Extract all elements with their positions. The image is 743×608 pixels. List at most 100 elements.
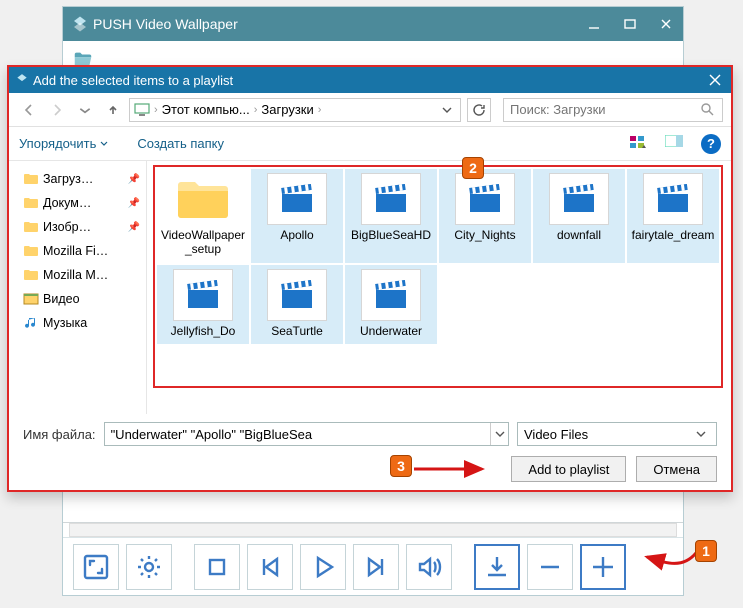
dialog-close-button[interactable]	[705, 70, 725, 90]
filter-label: Video Files	[524, 427, 588, 442]
sidebar-item[interactable]: Mozilla Fi…	[11, 239, 144, 263]
sidebar-item[interactable]: Видео	[11, 287, 144, 311]
file-item[interactable]: Underwater	[345, 265, 437, 345]
dialog-icon	[15, 73, 29, 87]
callout-3: 3	[390, 455, 412, 477]
sidebar-item[interactable]: Mozilla M…	[11, 263, 144, 287]
settings-button[interactable]	[126, 544, 172, 590]
filetype-filter[interactable]: Video Files	[517, 422, 717, 446]
video-file-icon	[361, 173, 421, 225]
filename-dropdown-button[interactable]	[490, 423, 508, 445]
nav-forward-button[interactable]	[45, 98, 69, 122]
file-item[interactable]: City_Nights	[439, 169, 531, 263]
filename-combobox[interactable]	[104, 422, 509, 446]
breadcrumb-item[interactable]: Загрузки	[261, 102, 313, 117]
video-file-icon	[455, 173, 515, 225]
volume-button[interactable]	[406, 544, 452, 590]
cancel-button[interactable]: Отмена	[636, 456, 717, 482]
dialog-toolbar: Упорядочить Создать папку ?	[9, 127, 731, 161]
breadcrumb[interactable]: › Этот компью... › Загрузки ›	[129, 98, 461, 122]
video-file-icon	[173, 269, 233, 321]
video-file-icon	[549, 173, 609, 225]
file-item[interactable]: downfall	[533, 169, 625, 263]
search-input[interactable]	[510, 102, 700, 117]
breadcrumb-item[interactable]: Этот компью...	[162, 102, 250, 117]
file-label: Jellyfish_Do	[171, 325, 236, 339]
add-to-playlist-button[interactable]: Add to playlist	[511, 456, 626, 482]
video-file-icon	[267, 269, 327, 321]
file-item[interactable]: fairytale_dream	[627, 169, 719, 263]
file-label: BigBlueSeaHD	[351, 229, 431, 243]
file-dialog: Add the selected items to a playlist › Э…	[7, 65, 733, 492]
pin-icon: 📌	[128, 222, 144, 233]
app-logo-icon	[71, 15, 89, 33]
download-button[interactable]	[474, 544, 520, 590]
file-area[interactable]: VideoWallpaper_setup Apollo BigBlueSeaHD Ci…	[147, 161, 731, 414]
search-icon	[700, 102, 716, 118]
preview-pane-button[interactable]	[665, 135, 683, 153]
sidebar-item-label: Mozilla Fi…	[43, 244, 108, 258]
file-label: fairytale_dream	[632, 229, 715, 243]
sidebar-item[interactable]: Загруз… 📌	[11, 167, 144, 191]
minimize-button[interactable]	[585, 15, 603, 33]
sidebar: Загруз…📌Докум…📌Изобр…📌Mozilla Fi…Mozilla…	[9, 161, 147, 414]
add-button[interactable]	[580, 544, 626, 590]
help-button[interactable]: ?	[701, 134, 721, 154]
next-button[interactable]	[353, 544, 399, 590]
file-label: SeaTurtle	[271, 325, 323, 339]
breadcrumb-dropdown-button[interactable]	[438, 101, 456, 119]
sidebar-item[interactable]: Изобр…📌	[11, 215, 144, 239]
sidebar-item-label: Докум…	[43, 196, 91, 210]
nav-up-button[interactable]	[101, 98, 125, 122]
pin-icon: 📌	[128, 174, 144, 185]
main-titlebar[interactable]: PUSH Video Wallpaper	[63, 7, 683, 41]
sidebar-item[interactable]: Музыка	[11, 311, 144, 335]
file-item[interactable]: Jellyfish_Do	[157, 265, 249, 345]
dialog-titlebar[interactable]: Add the selected items to a playlist	[9, 67, 731, 93]
file-item[interactable]: BigBlueSeaHD	[345, 169, 437, 263]
video-file-icon	[267, 173, 327, 225]
dialog-navbar: › Этот компью... › Загрузки ›	[9, 93, 731, 127]
dialog-footer: Имя файла: Video Files Add to playlist О…	[9, 414, 731, 490]
callout-1: 1	[695, 540, 717, 562]
filter-dropdown-button[interactable]	[692, 423, 710, 445]
close-button[interactable]	[657, 15, 675, 33]
maximize-button[interactable]	[621, 15, 639, 33]
file-item[interactable]: VideoWallpaper_setup	[157, 169, 249, 263]
file-label: Apollo	[280, 229, 313, 243]
playlist-scrollbar[interactable]	[69, 523, 677, 537]
file-label: VideoWallpaper_setup	[159, 229, 247, 257]
file-item[interactable]: SeaTurtle	[251, 265, 343, 345]
fullscreen-button[interactable]	[73, 544, 119, 590]
view-options-button[interactable]	[629, 135, 647, 153]
refresh-button[interactable]	[467, 98, 491, 122]
player-controls	[63, 537, 683, 595]
main-title: PUSH Video Wallpaper	[89, 16, 585, 32]
sidebar-item[interactable]: Докум… 📌	[11, 191, 144, 215]
file-label: City_Nights	[454, 229, 515, 243]
organize-button[interactable]: Упорядочить	[19, 136, 109, 151]
arrow-3	[410, 463, 490, 475]
sidebar-item-label: Загруз…	[43, 172, 93, 186]
file-label: downfall	[557, 229, 601, 243]
stop-button[interactable]	[194, 544, 240, 590]
dialog-title: Add the selected items to a playlist	[29, 73, 705, 88]
pc-icon	[134, 103, 150, 117]
folder-icon	[172, 173, 234, 225]
remove-button[interactable]	[527, 544, 573, 590]
sidebar-item-label: Музыка	[43, 316, 87, 330]
pin-icon: 📌	[128, 198, 144, 209]
nav-recent-button[interactable]	[73, 98, 97, 122]
filename-input[interactable]	[105, 427, 490, 442]
previous-button[interactable]	[247, 544, 293, 590]
search-box[interactable]	[503, 98, 723, 122]
new-folder-button[interactable]: Создать папку	[137, 136, 224, 151]
sidebar-item-label: Видео	[43, 292, 80, 306]
file-item[interactable]: Apollo	[251, 169, 343, 263]
filename-label: Имя файла:	[23, 427, 96, 442]
file-label: Underwater	[360, 325, 422, 339]
play-button[interactable]	[300, 544, 346, 590]
callout-2: 2	[462, 157, 484, 179]
nav-back-button[interactable]	[17, 98, 41, 122]
video-file-icon	[361, 269, 421, 321]
